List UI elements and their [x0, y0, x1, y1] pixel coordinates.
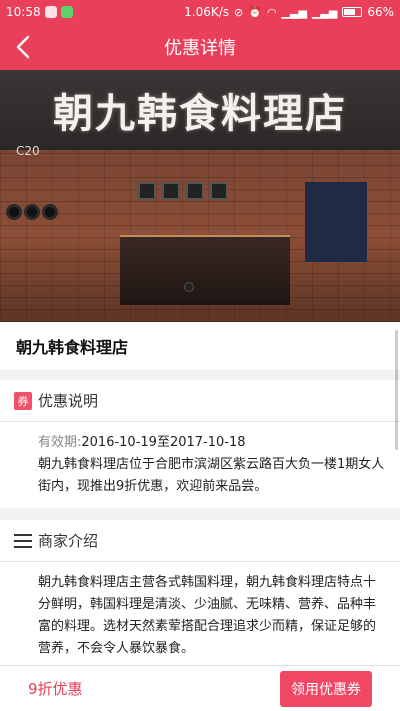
list-icon: [14, 533, 32, 548]
store-name: 朝九韩食料理店: [16, 338, 129, 357]
get-coupon-button[interactable]: 领用优惠券: [280, 670, 372, 707]
coupon-icon: 券: [14, 391, 32, 410]
signal-icon: ▁▃▅: [281, 5, 307, 19]
intro-section-title: 商家介绍: [38, 532, 99, 550]
wifi-icon: ◠: [266, 5, 277, 19]
mute-icon: ⊘: [234, 5, 244, 19]
wechat-icon: [60, 6, 73, 18]
status-bar: 10:58 1.06K/s ⊘ ⏰ ◠ ▁▃▅ ▁▃▅ 66%: [0, 0, 400, 24]
alarm-icon: ⏰: [248, 5, 262, 19]
store-sign: 朝九韩食料理店: [0, 70, 400, 150]
counter: [120, 235, 290, 305]
scrollbar[interactable]: [395, 330, 398, 450]
validity-value: 2016-10-19至2017-10-18: [81, 435, 246, 450]
battery-icon: [342, 7, 363, 17]
nav-bar: 优惠详情: [0, 24, 400, 70]
store-sign-text: 朝九韩食料理店: [53, 90, 347, 137]
back-arrow-icon: [16, 35, 30, 59]
door-curtain: [305, 182, 367, 262]
validity-label: 有效期:: [38, 435, 82, 450]
merchant-intro-section: 商家介绍 朝九韩食料理店主营各式韩国料理，朝九韩食料理店特点十分鲜明，韩国料理是…: [0, 520, 400, 665]
intro-section-header: 商家介绍: [0, 520, 400, 562]
network-speed: 1.06K/s: [184, 5, 230, 19]
signal-icon-2: ▁▃▅: [311, 5, 338, 19]
store-name-card: 朝九韩食料理店: [0, 322, 400, 370]
store-photo[interactable]: 朝九韩食料理店 C20: [0, 70, 400, 322]
bottom-bar: 9折优惠 领用优惠券: [0, 665, 400, 711]
notification-icon: [44, 6, 57, 18]
page-title: 优惠详情: [164, 38, 236, 59]
wall-frames: [138, 182, 228, 200]
discount-label: 9折优惠: [28, 680, 83, 698]
offer-description: 朝九韩食料理店位于合肥市滨湖区紫云路百大负一楼1期女人街内，现推出9折优惠，欢迎…: [38, 457, 385, 494]
intro-text: 朝九韩食料理店主营各式韩国料理，朝九韩食料理店特点十分鲜明，韩国料理是清淡、少油…: [38, 575, 377, 656]
status-time: 10:58: [6, 5, 41, 19]
offer-section-title: 优惠说明: [38, 392, 99, 410]
offer-section-header: 券 优惠说明: [0, 380, 400, 422]
carousel-indicator: [184, 282, 194, 292]
battery-percent: 66%: [367, 5, 394, 19]
vinyl-records: [6, 204, 58, 220]
back-button[interactable]: [8, 32, 38, 62]
offer-section: 券 优惠说明 有效期:2016-10-19至2017-10-18 朝九韩食料理店…: [0, 380, 400, 508]
offer-body: 有效期:2016-10-19至2017-10-18 朝九韩食料理店位于合肥市滨湖…: [0, 422, 400, 498]
sign-code: C20: [16, 144, 40, 158]
validity-line: 有效期:2016-10-19至2017-10-18: [38, 432, 386, 454]
